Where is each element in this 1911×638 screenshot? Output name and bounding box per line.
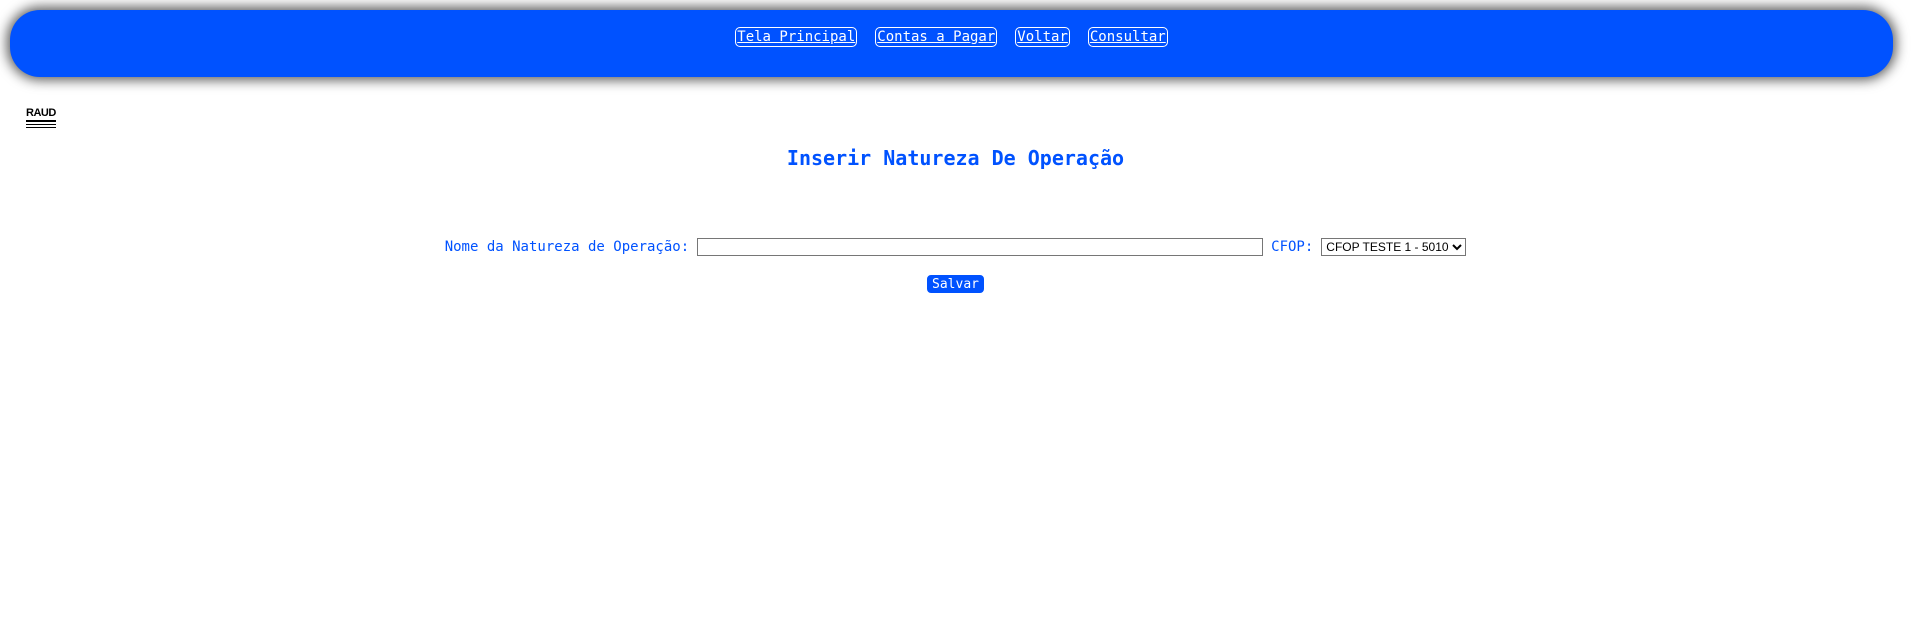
nav-consultar-button[interactable]: Consultar: [1087, 27, 1168, 47]
nav-voltar-button[interactable]: Voltar: [1015, 27, 1070, 47]
nav-tela-principal-button[interactable]: Tela Principal: [735, 27, 858, 47]
logo-underline: [26, 120, 56, 122]
logo-line: [26, 127, 56, 128]
nav-contas-a-pagar-button[interactable]: Contas a Pagar: [875, 27, 998, 47]
logo-line: [26, 124, 56, 125]
cfop-select[interactable]: CFOP TESTE 1 - 5010: [1321, 238, 1467, 256]
natureza-name-input[interactable]: [697, 238, 1264, 256]
save-button[interactable]: Salvar: [927, 275, 984, 293]
save-row: Salvar: [0, 275, 1911, 293]
company-logo: RAUD: [26, 108, 58, 130]
top-navigation-bar: Tela Principal Contas a Pagar Voltar Con…: [10, 10, 1893, 77]
page-title: Inserir Natureza De Operação: [786, 146, 1125, 170]
form-row: Nome da Natureza de Operação: CFOP: CFOP…: [0, 238, 1911, 256]
logo-text: RAUD: [26, 107, 56, 119]
cfop-label: CFOP:: [1271, 239, 1314, 255]
name-label: Nome da Natureza de Operação:: [444, 239, 690, 255]
